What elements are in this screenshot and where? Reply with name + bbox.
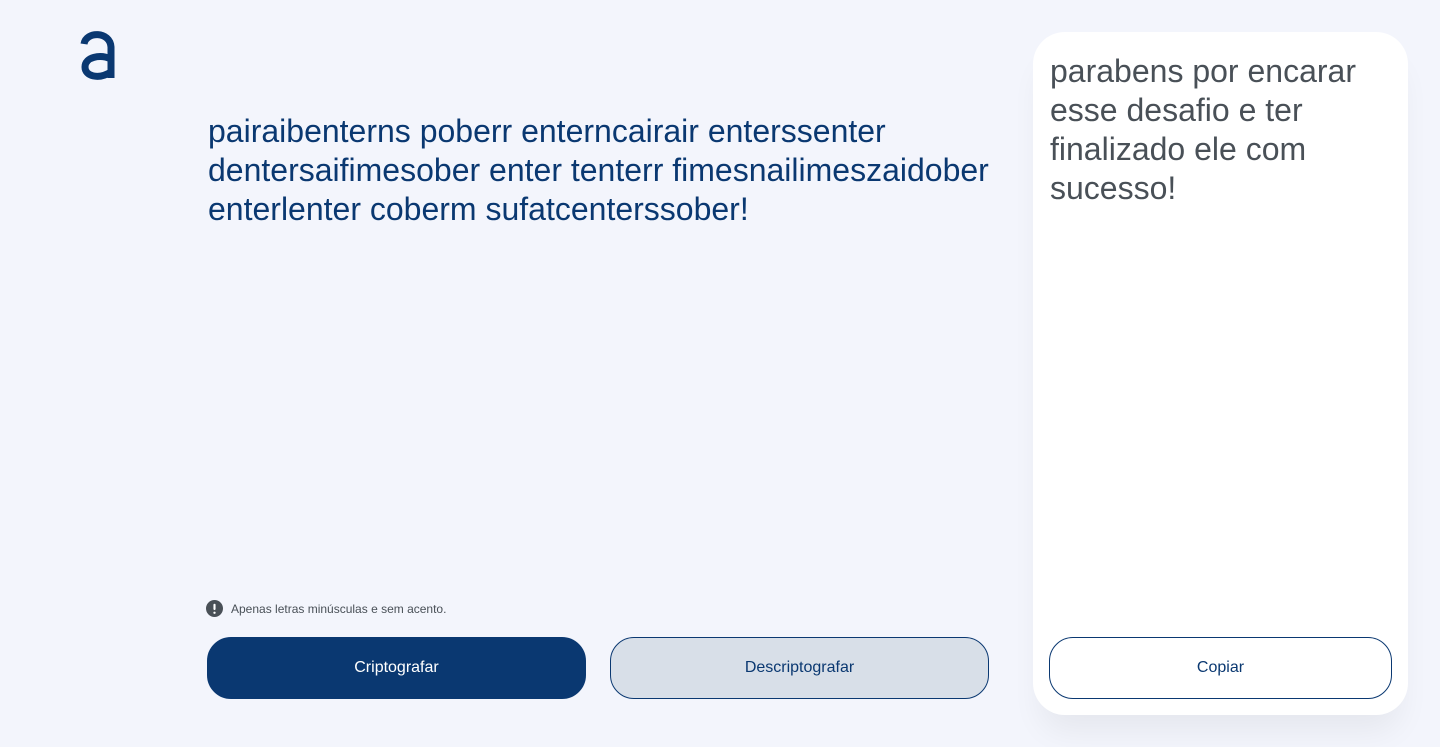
page: pairaibenterns poberr enterncairair ente… (0, 0, 1440, 747)
output-panel: parabens por encarar esse desafio e ter … (1033, 32, 1408, 715)
hint-text: Apenas letras minúsculas e sem acento. (231, 601, 447, 616)
output-text: parabens por encarar esse desafio e ter … (1050, 53, 1356, 206)
message-input[interactable]: pairaibenterns poberr enterncairair ente… (208, 112, 998, 572)
encrypt-button[interactable]: Criptografar (207, 637, 586, 699)
copy-button[interactable]: Copiar (1049, 637, 1392, 699)
input-hint: Apenas letras minúsculas e sem acento. (206, 600, 446, 617)
decrypt-button[interactable]: Descriptografar (610, 637, 989, 699)
exclamation-circle-icon (206, 600, 223, 617)
alura-a-logo-icon (80, 31, 115, 80)
